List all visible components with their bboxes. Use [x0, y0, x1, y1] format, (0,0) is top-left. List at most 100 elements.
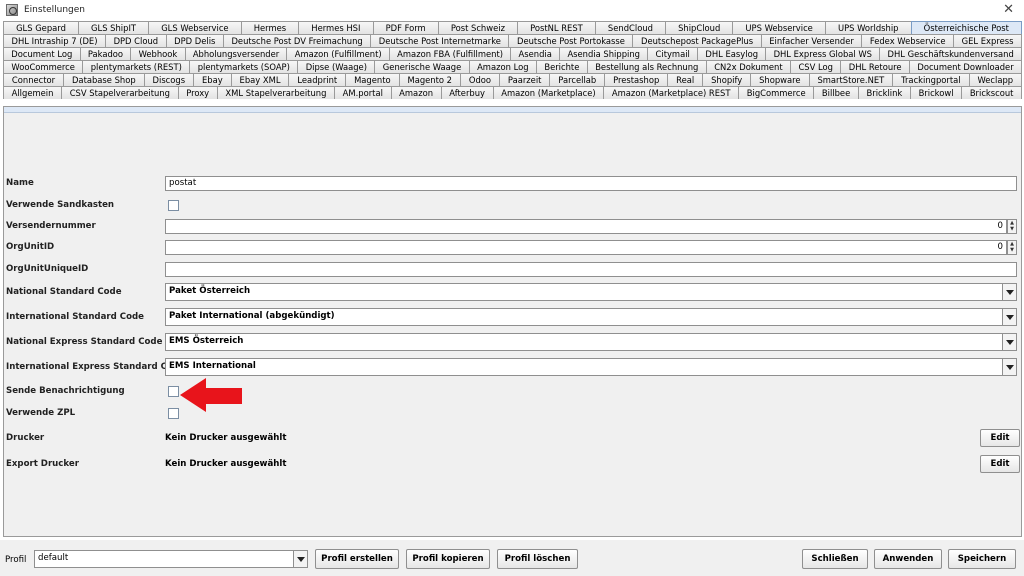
tab-dhl-geschäftskundenversand[interactable]: DHL Geschäftskundenversand [879, 47, 1023, 60]
profile-select[interactable]: default [34, 550, 308, 568]
tab-abholungsversender[interactable]: Abholungsversender [184, 47, 288, 60]
tab-connector[interactable]: Connector [3, 73, 65, 86]
tab-amazon-fulfillment[interactable]: Amazon (Fulfillment) [286, 47, 390, 60]
tab-dhl-express-global-ws[interactable]: DHL Express Global WS [765, 47, 881, 60]
sender-number-spinner[interactable]: ▲ ▼ [1007, 218, 1017, 234]
tab-dpd-delis[interactable]: DPD Delis [165, 34, 224, 47]
tab-prestashop[interactable]: Prestashop [604, 73, 669, 86]
chevron-down-icon[interactable] [1002, 359, 1016, 375]
tab-deutschepost-packageplus[interactable]: Deutschepost PackagePlus [632, 34, 762, 47]
tab-ups-worldship[interactable]: UPS Worldship [824, 21, 912, 34]
tab-amazon-log[interactable]: Amazon Log [468, 60, 537, 73]
tab-woocommerce[interactable]: WooCommerce [3, 60, 84, 73]
create-profile-button[interactable]: Profil erstellen [315, 549, 399, 569]
tab-smartstore-net[interactable]: SmartStore.NET [808, 73, 894, 86]
tab-gel-express[interactable]: GEL Express [953, 34, 1022, 47]
tab-hermes[interactable]: Hermes [240, 21, 300, 34]
tab-deutsche-post-internetmarke[interactable]: Deutsche Post Internetmarke [370, 34, 510, 47]
tab-postnl-rest[interactable]: PostNL REST [517, 21, 596, 34]
tab-bigcommerce[interactable]: BigCommerce [738, 86, 815, 99]
tab-bricklink[interactable]: Bricklink [857, 86, 911, 99]
tab-billbee[interactable]: Billbee [813, 86, 859, 99]
tab-post-schweiz[interactable]: Post Schweiz [437, 21, 519, 34]
tab-plentymarkets-soap[interactable]: plentymarkets (SOAP) [189, 60, 299, 73]
tab-odoo[interactable]: Odoo [459, 73, 500, 86]
sender-number-input[interactable]: 0 [165, 218, 1007, 234]
tab-shipcloud[interactable]: ShipCloud [665, 21, 734, 34]
tab-csv-log[interactable]: CSV Log [790, 60, 842, 73]
send-notification-checkbox[interactable] [168, 385, 179, 397]
tab-brickscout[interactable]: Brickscout [961, 86, 1023, 99]
chevron-down-icon[interactable] [1002, 309, 1016, 325]
tab-sendcloud[interactable]: SendCloud [594, 21, 667, 34]
tab-pdf-form[interactable]: PDF Form [372, 21, 439, 34]
tab-magento-2[interactable]: Magento 2 [398, 73, 461, 86]
tab-shopware[interactable]: Shopware [750, 73, 810, 86]
name-input[interactable]: postat [165, 175, 1017, 191]
apply-button[interactable]: Anwenden [874, 549, 942, 569]
printer-edit-button[interactable]: Edit [980, 429, 1020, 447]
tab-cn2x-dokument[interactable]: CN2x Dokument [705, 60, 792, 73]
org-unit-unique-id-input[interactable] [165, 261, 1017, 277]
national-express-select[interactable]: EMS Österreich [165, 333, 1017, 351]
tab-amazon-fba-fulfillment[interactable]: Amazon FBA (Fulfillment) [388, 47, 512, 60]
tab-asendia[interactable]: Asendia [510, 47, 561, 60]
tab-real[interactable]: Real [667, 73, 704, 86]
tab-database-shop[interactable]: Database Shop [63, 73, 145, 86]
tab-allgemein[interactable]: Allgemein [3, 86, 63, 99]
tab-dhl-intraship-7-de[interactable]: DHL Intraship 7 (DE) [3, 34, 107, 47]
international-standard-select[interactable]: Paket International (abgekündigt) [165, 308, 1017, 326]
tab-gls-gepard[interactable]: GLS Gepard [3, 21, 79, 34]
tab-generische-waage[interactable]: Generische Waage [374, 60, 470, 73]
tab-amazon[interactable]: Amazon [390, 86, 442, 99]
tab-ups-webservice[interactable]: UPS Webservice [732, 21, 826, 34]
sandbox-checkbox[interactable] [168, 199, 179, 211]
tab-csv-stapelverarbeitung[interactable]: CSV Stapelverarbeitung [61, 86, 179, 99]
save-button[interactable]: Speichern [948, 549, 1016, 569]
tab-afterbuy[interactable]: Afterbuy [440, 86, 494, 99]
tab-pakadoo[interactable]: Pakadoo [79, 47, 132, 60]
use-zpl-checkbox[interactable] [168, 407, 179, 419]
chevron-down-icon[interactable] [1002, 334, 1016, 350]
delete-profile-button[interactable]: Profil löschen [497, 549, 578, 569]
chevron-down-icon[interactable] [1002, 284, 1016, 300]
tab-berichte[interactable]: Berichte [535, 60, 588, 73]
tab-document-log[interactable]: Document Log [3, 47, 81, 60]
close-icon[interactable]: ✕ [1003, 3, 1014, 16]
tab-deutsche-post-portokasse[interactable]: Deutsche Post Portokasse [508, 34, 634, 47]
org-unit-id-input[interactable]: 0 [165, 239, 1007, 255]
tab-dipse-waage[interactable]: Dipse (Waage) [297, 60, 376, 73]
tab-dhl-easylog[interactable]: DHL Easylog [697, 47, 767, 60]
tab-paarzeit[interactable]: Paarzeit [498, 73, 551, 86]
tab-dpd-cloud[interactable]: DPD Cloud [105, 34, 167, 47]
tab-plentymarkets-rest[interactable]: plentymarkets (REST) [82, 60, 191, 73]
tab-webhook[interactable]: Webhook [130, 47, 186, 60]
org-unit-id-spinner[interactable]: ▲ ▼ [1007, 239, 1017, 255]
tab-amazon-marketplace[interactable]: Amazon (Marketplace) [492, 86, 605, 99]
tab-magento[interactable]: Magento [345, 73, 400, 86]
tab-gls-webservice[interactable]: GLS Webservice [148, 21, 242, 34]
international-express-select[interactable]: EMS International [165, 358, 1017, 376]
tab-asendia-shipping[interactable]: Asendia Shipping [559, 47, 649, 60]
tab-gls-shipit[interactable]: GLS ShipIT [77, 21, 150, 34]
tab-trackingportal[interactable]: Trackingportal [892, 73, 970, 86]
tab-ebay[interactable]: Ebay [193, 73, 232, 86]
tab-ebay-xml[interactable]: Ebay XML [230, 73, 290, 86]
tab-discogs[interactable]: Discogs [143, 73, 195, 86]
tab-weclapp[interactable]: Weclapp [968, 73, 1023, 86]
tab-leadprint[interactable]: Leadprint [288, 73, 347, 86]
tab-brickowl[interactable]: Brickowl [909, 86, 963, 99]
tab-proxy[interactable]: Proxy [177, 86, 218, 99]
chevron-down-icon[interactable] [293, 551, 307, 567]
tab-österreichische-post[interactable]: Österreichische Post [910, 21, 1022, 34]
national-standard-select[interactable]: Paket Österreich [165, 283, 1017, 301]
tab-deutsche-post-dv-freimachung[interactable]: Deutsche Post DV Freimachung [222, 34, 372, 47]
tab-xml-stapelverarbeitung[interactable]: XML Stapelverarbeitung [216, 86, 336, 99]
tab-amazon-marketplace-rest[interactable]: Amazon (Marketplace) REST [603, 86, 740, 99]
close-button[interactable]: Schließen [802, 549, 868, 569]
export-printer-edit-button[interactable]: Edit [980, 455, 1020, 473]
tab-citymail[interactable]: Citymail [647, 47, 699, 60]
copy-profile-button[interactable]: Profil kopieren [406, 549, 490, 569]
tab-einfacher-versender[interactable]: Einfacher Versender [760, 34, 863, 47]
tab-hermes-hsi[interactable]: Hermes HSI [298, 21, 374, 34]
